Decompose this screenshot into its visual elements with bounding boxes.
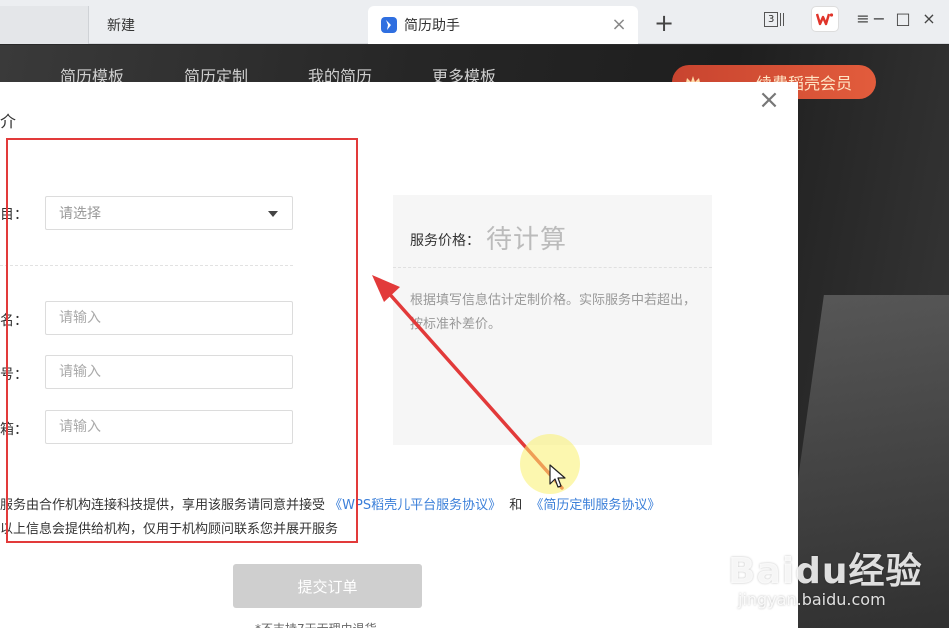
- price-label: 服务价格：: [410, 233, 480, 249]
- project-select-value: 请选择: [59, 206, 101, 222]
- tab-new[interactable]: 新建: [88, 6, 366, 44]
- name-input[interactable]: [45, 301, 293, 335]
- tab-resume-assistant[interactable]: 简历助手 ×: [368, 6, 638, 44]
- maximize-icon[interactable]: □: [892, 8, 914, 30]
- project-label: 目：: [0, 207, 28, 223]
- agreement-text: 服务由合作机构连接科技提供，享用该服务请同意并接受: [0, 498, 326, 513]
- close-dialog-icon[interactable]: ×: [758, 87, 780, 113]
- name-label: 名：: [0, 313, 28, 329]
- return-policy-note: *不支持7天无理由退货: [255, 620, 377, 628]
- tab-new-label: 新建: [107, 18, 135, 34]
- tab-stack-icon: [780, 12, 785, 26]
- form-divider: [0, 265, 293, 266]
- close-tab-icon[interactable]: ×: [610, 16, 628, 34]
- dialog-title: 介: [0, 112, 17, 131]
- wps-platform-agreement-link[interactable]: 《WPS稻壳儿平台服务协议》: [329, 498, 501, 513]
- phone-label: 号：: [0, 367, 28, 383]
- agreement-conjunction: 和: [509, 498, 523, 513]
- agreement-line-2: 以上信息会提供给机构，仅用于机构顾问联系您并展开服务: [0, 522, 339, 537]
- tab-count-badge: 3: [764, 11, 779, 27]
- project-select[interactable]: 请选择: [45, 196, 293, 230]
- chevron-down-icon: [268, 211, 278, 217]
- minimize-icon[interactable]: −: [868, 8, 890, 30]
- resume-service-agreement-link[interactable]: 《简历定制服务协议》: [530, 498, 660, 513]
- price-divider: [393, 267, 712, 268]
- add-tab-icon[interactable]: +: [652, 11, 676, 36]
- resume-assistant-icon: [380, 16, 398, 34]
- price-panel: 服务价格： 待计算 根据填写信息估计定制价格。实际服务中若超出，按标准补差价。: [393, 195, 712, 445]
- agreement-line-1: 服务由合作机构连接科技提供，享用该服务请同意并接受 《WPS稻壳儿平台服务协议》…: [0, 494, 660, 513]
- phone-input[interactable]: [45, 355, 293, 389]
- wps-logo-icon[interactable]: [812, 7, 838, 31]
- resume-order-dialog: 介 × 目： 请选择 名： 号： 箱： 服务价格： 待计算 根据填写信息估计定制…: [0, 82, 798, 628]
- tab-count-button[interactable]: 3: [764, 10, 785, 28]
- tab-bar: 新建 简历助手 × + 3 ≡ − □ ×: [0, 0, 949, 44]
- close-window-icon[interactable]: ×: [918, 8, 940, 30]
- tab-blank[interactable]: [0, 6, 88, 44]
- tab-active-label: 简历助手: [404, 18, 460, 34]
- background-photo: [776, 295, 949, 628]
- email-label: 箱：: [0, 422, 28, 438]
- price-note: 根据填写信息估计定制价格。实际服务中若超出，按标准补差价。: [410, 293, 697, 332]
- submit-order-button[interactable]: 提交订单: [233, 564, 422, 608]
- email-input[interactable]: [45, 410, 293, 444]
- price-value: 待计算: [486, 225, 568, 255]
